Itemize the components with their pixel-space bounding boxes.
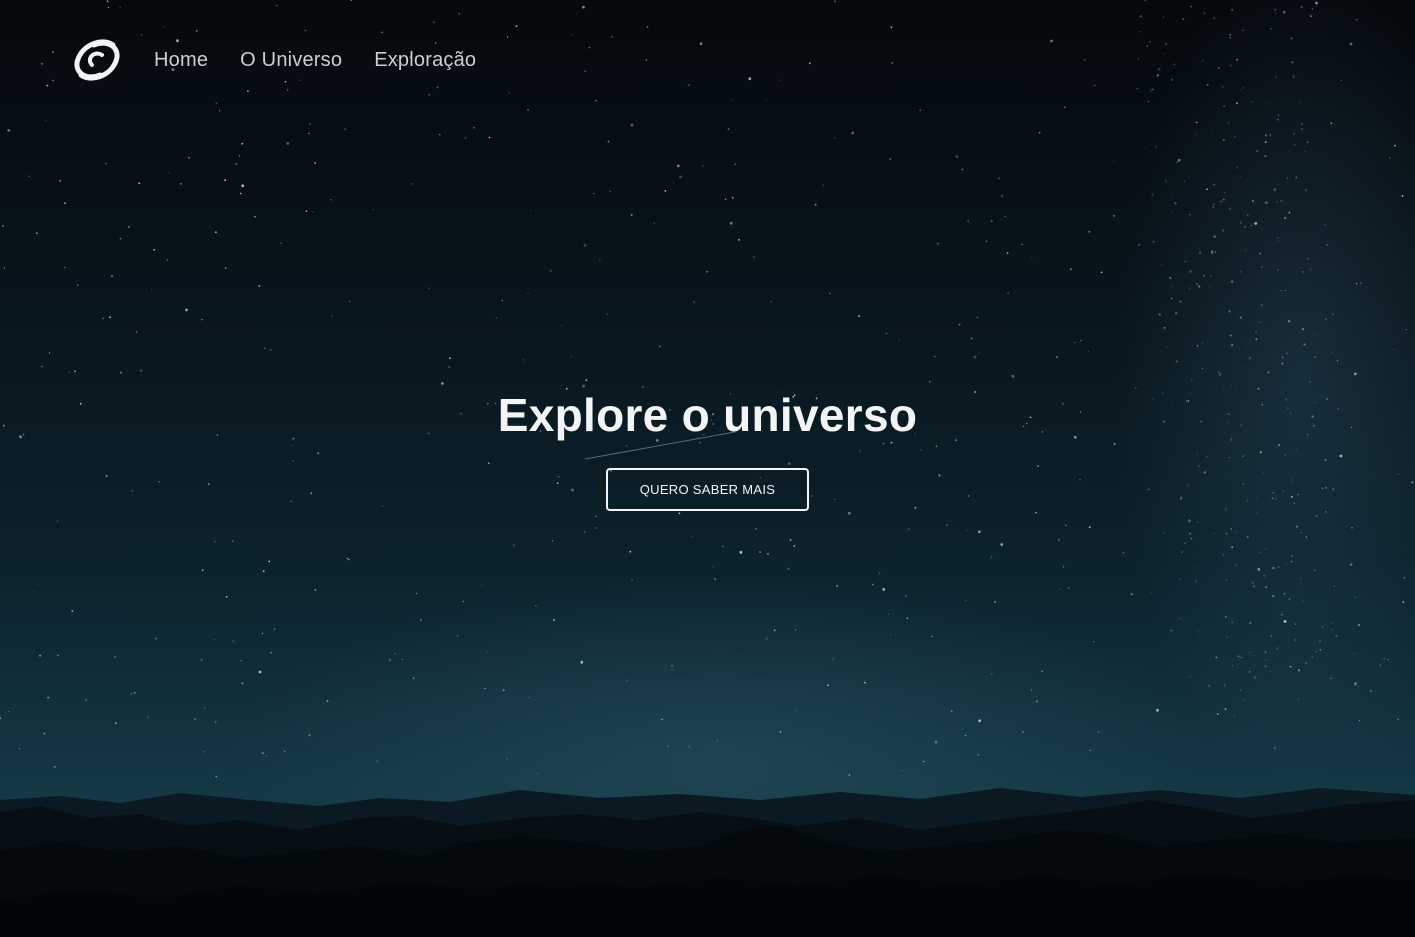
hero-title: Explore o universo <box>497 389 918 441</box>
nav-link-exploracao[interactable]: Exploração <box>374 49 476 72</box>
swirl-logo-icon[interactable] <box>72 37 122 83</box>
hero-section: Explore o universo QUERO SABER MAIS <box>0 385 1415 511</box>
nav-link-o-universo[interactable]: O Universo <box>240 49 342 72</box>
hero-page: Home O Universo Exploração Explore o uni… <box>0 0 1415 937</box>
main-nav: Home O Universo Exploração <box>72 36 508 84</box>
nav-link-home[interactable]: Home <box>154 49 208 72</box>
quero-saber-mais-button[interactable]: QUERO SABER MAIS <box>606 468 809 511</box>
